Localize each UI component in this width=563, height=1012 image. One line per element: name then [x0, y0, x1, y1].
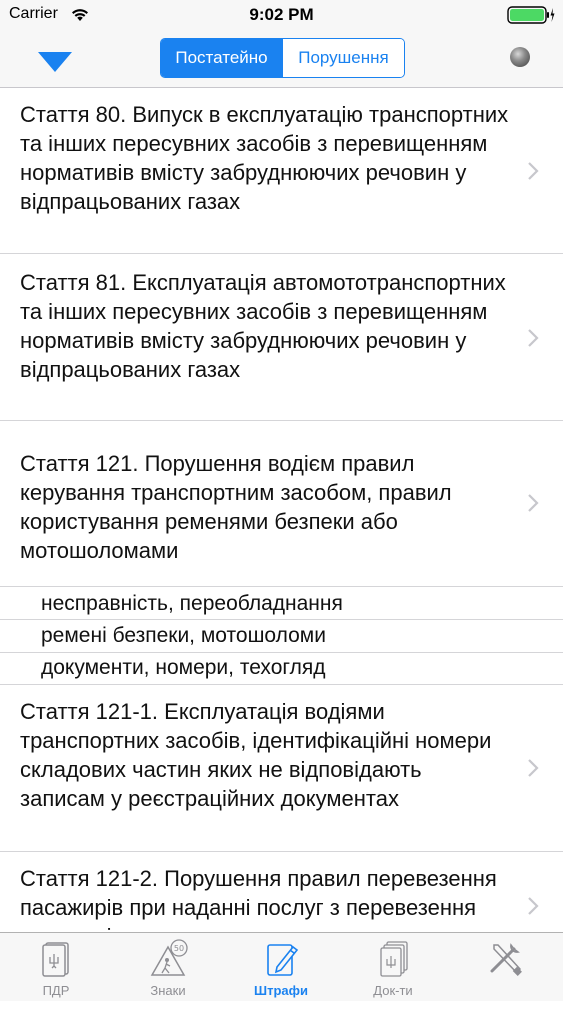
tab-fines[interactable]: Штрафи	[225, 933, 337, 1001]
tab-label: Знаки	[150, 983, 186, 998]
article-title: Стаття 80. Випуск в експлуатацію транспо…	[20, 102, 509, 214]
segment-violations[interactable]: Порушення	[282, 39, 404, 77]
svg-text:50: 50	[174, 944, 184, 953]
tab-label: ПДР	[42, 983, 70, 998]
dropdown-arrow-icon[interactable]	[38, 52, 72, 72]
documents-icon	[380, 941, 408, 977]
tab-documents[interactable]: Док-ти	[337, 933, 449, 1001]
chevron-right-icon	[528, 162, 539, 180]
subitem-label: несправність, переобладнання	[41, 592, 343, 615]
segment-by-article[interactable]: Постатейно	[161, 39, 282, 77]
tab-bar: ПДР 50 Знаки Штрафи Док-ти	[0, 932, 563, 1001]
list-item-article-80[interactable]: Стаття 80. Випуск в експлуатацію транспо…	[0, 88, 563, 254]
subitem-label: ремені безпеки, мотошоломи	[41, 624, 326, 647]
list-subitem[interactable]: ремені безпеки, мотошоломи	[0, 620, 563, 653]
chevron-right-icon	[528, 329, 539, 347]
navigation-bar: Постатейно Порушення	[0, 30, 563, 88]
status-indicator-icon[interactable]	[510, 47, 530, 67]
list-item-article-121[interactable]: Стаття 121. Порушення водієм правил керу…	[0, 421, 563, 587]
pencil-paper-icon	[267, 944, 299, 976]
list-subitem[interactable]: документи, номери, техогляд	[0, 653, 563, 685]
chevron-right-icon	[528, 759, 539, 777]
tab-pdr[interactable]: ПДР	[0, 933, 112, 1001]
chevron-right-icon	[528, 897, 539, 915]
tools-icon	[490, 943, 522, 976]
road-sign-icon: 50	[150, 939, 188, 976]
status-bar: Carrier 9:02 PM	[0, 0, 563, 30]
tab-signs[interactable]: 50 Знаки	[112, 933, 224, 1001]
article-title: Стаття 81. Експлуатація автомототранспор…	[20, 270, 506, 382]
subitem-label: документи, номери, техогляд	[41, 656, 326, 679]
tab-label: Штрафи	[254, 983, 308, 998]
book-icon	[42, 942, 69, 977]
list-item-article-121-1[interactable]: Стаття 121-1. Експлуатація водіями транс…	[0, 685, 563, 852]
clock-label: 9:02 PM	[249, 5, 314, 24]
view-mode-segmented-control[interactable]: Постатейно Порушення	[160, 38, 405, 78]
tab-tools[interactable]	[450, 933, 562, 1001]
article-title: Стаття 121-1. Експлуатація водіями транс…	[20, 699, 492, 811]
list-subitem[interactable]: несправність, переобладнання	[0, 587, 563, 620]
article-title: Стаття 121. Порушення водієм правил керу…	[20, 451, 452, 563]
chevron-right-icon	[528, 494, 539, 512]
list-item-article-81[interactable]: Стаття 81. Експлуатація автомототранспор…	[0, 254, 563, 421]
tab-label: Док-ти	[373, 983, 413, 998]
battery-icon	[507, 6, 555, 24]
